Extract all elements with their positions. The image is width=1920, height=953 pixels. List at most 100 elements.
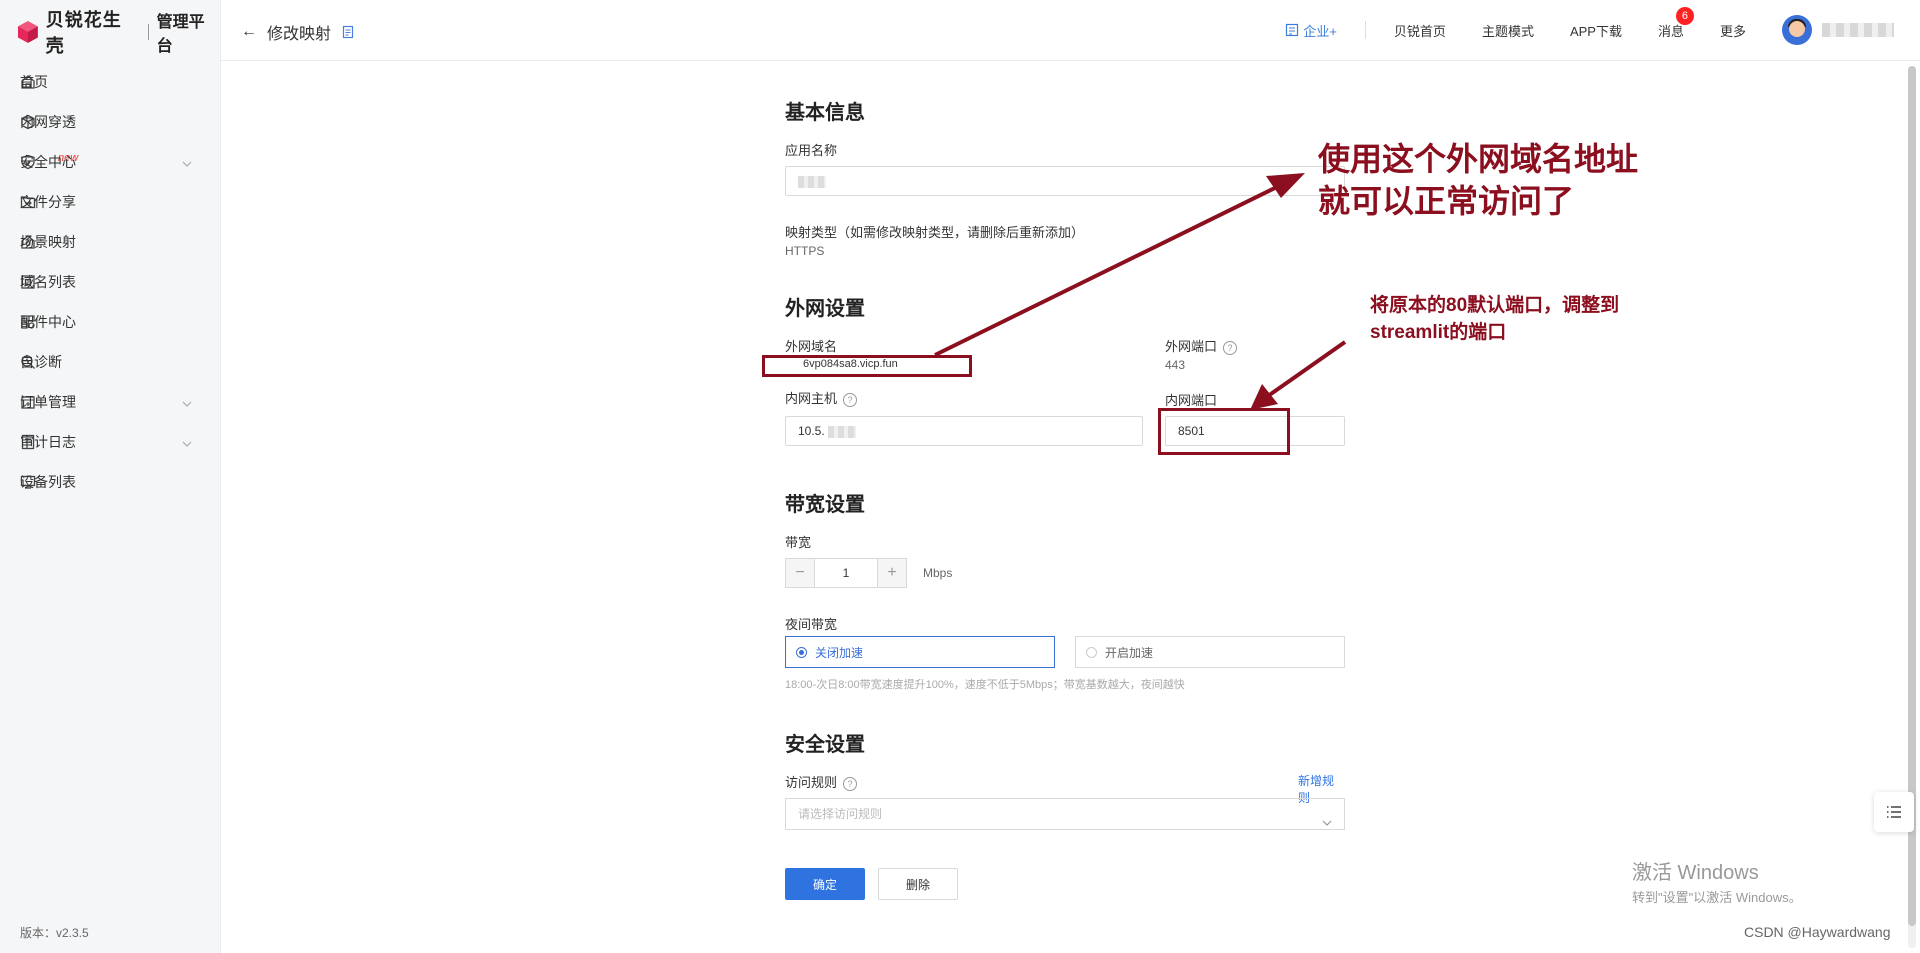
external-port-value: 443 xyxy=(1165,358,1186,372)
sidebar-item-orders[interactable]: 订单管理 xyxy=(0,382,220,422)
help-icon[interactable]: ? xyxy=(843,392,858,407)
chevron-down-icon xyxy=(182,396,192,407)
map-type-value: HTTPS xyxy=(785,244,825,258)
sidebar-item-label: 配件中心 xyxy=(20,314,76,330)
list-menu-button[interactable] xyxy=(1874,792,1914,832)
bandwidth-label: 带宽 xyxy=(785,535,812,550)
sidebar: 贝锐花生壳 管理平台 首页 内网穿透 安全中心 new 文件分享 场景映射 域名… xyxy=(0,0,221,953)
back-arrow-icon[interactable]: ← xyxy=(241,23,257,41)
redacted-text xyxy=(828,425,857,438)
sidebar-item-devices[interactable]: 设备列表 xyxy=(0,462,220,502)
sidebar-item-accessories[interactable]: 配件中心 xyxy=(0,302,220,342)
section-title-external: 外网设置 xyxy=(785,298,865,320)
intranet-host-label-text: 内网主机 xyxy=(785,391,838,406)
map-type-label: 映射类型（如需修改映射类型，请删除后重新添加） xyxy=(785,225,1085,240)
enterprise-label: 企业+ xyxy=(1303,23,1337,39)
intranet-host-input[interactable]: 10.5. xyxy=(785,416,1143,446)
top-bar: ← 修改映射 企业+ 贝锐首页 主题模式 APP下载 消息 6 更多 xyxy=(221,0,1920,61)
windows-activation-watermark: 激活 Windows 转到"设置"以激活 Windows。 xyxy=(1632,856,1802,906)
radio-accel-on[interactable]: 开启加速 xyxy=(1075,636,1345,668)
nav-theme-link[interactable]: 主题模式 xyxy=(1482,21,1534,40)
sidebar-item-diagnose[interactable]: 自诊断 xyxy=(0,342,220,382)
nav-messages-link[interactable]: 消息 6 xyxy=(1657,6,1694,40)
sidebar-nav: 首页 内网穿透 安全中心 new 文件分享 场景映射 域名列表 配件中心 自诊断… xyxy=(0,62,220,502)
messages-label: 消息 xyxy=(1657,23,1684,39)
nav-app-download-link[interactable]: APP下载 xyxy=(1570,21,1622,40)
document-icon[interactable] xyxy=(341,25,355,39)
avatar[interactable] xyxy=(1782,15,1812,45)
logo[interactable]: 贝锐花生壳 管理平台 xyxy=(16,10,220,56)
sidebar-item-label: 内网穿透 xyxy=(20,114,76,130)
windows-activation-hint: 转到"设置"以激活 Windows。 xyxy=(1632,890,1802,905)
enterprise-icon xyxy=(1286,23,1299,37)
radio-dot xyxy=(796,646,807,658)
access-rule-select[interactable]: 请选择访问规则 xyxy=(785,798,1345,830)
list-icon xyxy=(1887,806,1901,818)
sidebar-item-label: 安全中心 xyxy=(20,154,76,170)
version-label: 版本：v2.3.5 xyxy=(20,926,89,940)
help-icon[interactable]: ? xyxy=(843,776,858,791)
sidebar-item-label: 首页 xyxy=(20,74,48,90)
page-title: 修改映射 xyxy=(267,26,332,43)
sidebar-item-label: 自诊断 xyxy=(20,354,62,370)
radio-dot xyxy=(1086,646,1097,658)
night-bandwidth-label: 夜间带宽 xyxy=(785,617,838,632)
annotation-arrow-port xyxy=(1266,340,1347,398)
back-nav[interactable]: ← 修改映射 xyxy=(241,20,355,44)
sidebar-item-label: 文件分享 xyxy=(20,194,76,210)
chevron-down-icon xyxy=(182,156,192,167)
sidebar-item-home[interactable]: 首页 xyxy=(0,62,220,102)
external-port-label: 外网端口? xyxy=(1165,336,1238,355)
radio-accel-off-label: 关闭加速 xyxy=(815,645,864,660)
sidebar-item-security[interactable]: 安全中心 new xyxy=(0,142,220,182)
annotation-port: 将原本的80默认端口，调整到 streamlit的端口 xyxy=(1370,292,1619,346)
nav-more-link[interactable]: 更多 xyxy=(1720,21,1746,40)
section-title-security: 安全设置 xyxy=(785,734,865,756)
logo-text: 贝锐花生壳 xyxy=(45,10,122,56)
section-title-basic: 基本信息 xyxy=(785,102,865,124)
annotation-domain: 使用这个外网域名地址 就可以正常访问了 xyxy=(1318,138,1638,222)
intranet-host-value: 10.5. xyxy=(798,424,825,438)
section-title-bandwidth: 带宽设置 xyxy=(785,494,865,516)
sidebar-item-label: 场景映射 xyxy=(20,234,76,250)
increment-button[interactable]: + xyxy=(877,558,907,588)
sidebar-item-file-share[interactable]: 文件分享 xyxy=(0,182,220,222)
username-redacted[interactable] xyxy=(1822,23,1894,37)
windows-activation-title: 激活 Windows xyxy=(1632,862,1759,884)
annotation-port-line1: 将原本的80默认端口，调整到 xyxy=(1370,295,1620,316)
nav-divider xyxy=(1364,21,1366,39)
confirm-button[interactable]: 确定 xyxy=(785,868,865,900)
help-icon[interactable]: ? xyxy=(1223,340,1238,355)
sidebar-item-scene[interactable]: 场景映射 xyxy=(0,222,220,262)
chevron-down-icon xyxy=(182,436,192,447)
logo-cube-icon xyxy=(17,21,38,43)
annotation-arrowhead-port xyxy=(1250,384,1278,410)
access-rule-label: 访问规则? xyxy=(785,772,858,791)
app-name-input[interactable] xyxy=(785,166,1345,196)
redacted-text xyxy=(798,175,826,188)
app-name-label: 应用名称 xyxy=(785,143,838,158)
external-domain-label: 外网域名 xyxy=(785,339,838,354)
nav-home-link[interactable]: 贝锐首页 xyxy=(1394,21,1446,40)
decrement-button[interactable]: − xyxy=(785,558,815,588)
delete-button[interactable]: 删除 xyxy=(878,868,958,900)
radio-accel-off[interactable]: 关闭加速 xyxy=(785,636,1055,668)
messages-badge: 6 xyxy=(1675,6,1694,25)
logo-divider xyxy=(147,24,149,40)
annotation-domain-line1: 使用这个外网域名地址 xyxy=(1318,141,1639,177)
access-rule-placeholder: 请选择访问规则 xyxy=(798,807,883,821)
sidebar-item-label: 订单管理 xyxy=(20,394,76,410)
sidebar-item-domains[interactable]: 域名列表 xyxy=(0,262,220,302)
annotation-box-port xyxy=(1158,408,1290,455)
enterprise-link[interactable]: 企业+ xyxy=(1285,21,1337,40)
bandwidth-stepper: − 1 + xyxy=(785,558,907,588)
radio-accel-on-label: 开启加速 xyxy=(1105,645,1154,660)
external-port-label-text: 外网端口 xyxy=(1165,339,1218,354)
top-nav: 企业+ 贝锐首页 主题模式 APP下载 消息 6 更多 xyxy=(1285,0,1920,60)
sidebar-item-audit-log[interactable]: 审计日志 xyxy=(0,422,220,462)
sidebar-item-tunnel[interactable]: 内网穿透 xyxy=(0,102,220,142)
chevron-down-icon xyxy=(1322,809,1332,826)
bandwidth-value[interactable]: 1 xyxy=(815,558,877,588)
annotation-box-domain xyxy=(762,355,972,377)
access-rule-label-text: 访问规则 xyxy=(785,775,838,790)
